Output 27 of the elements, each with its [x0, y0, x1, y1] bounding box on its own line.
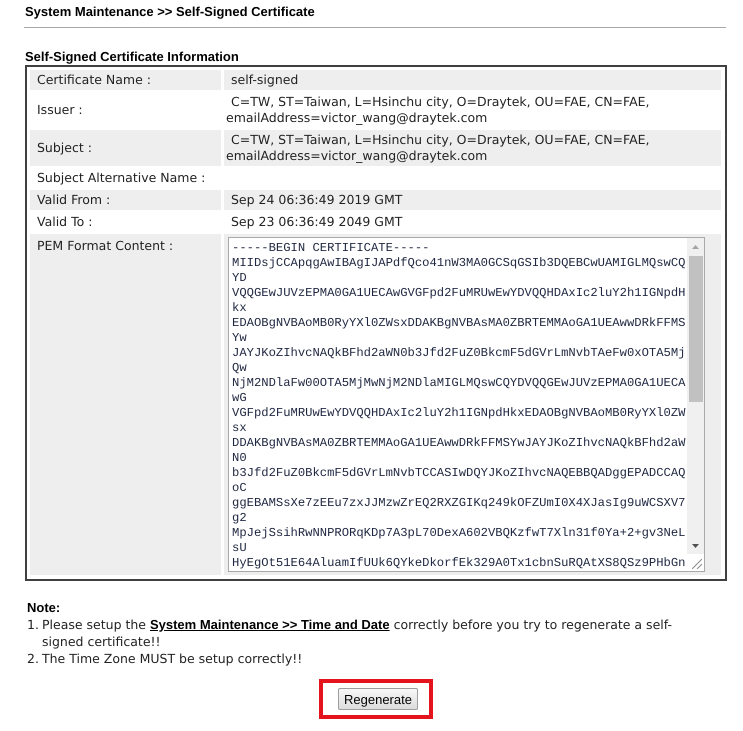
time-and-date-link[interactable]: System Maintenance >> Time and Date [150, 617, 390, 632]
field-value: C=TW, ST=Taiwan, L=Hsinchu city, O=Draytek, OU=FAE, CN=FAE, emailAddress=victor_wang@draytek.com [224, 130, 721, 166]
section-title: Self-Signed Certificate Information [25, 49, 240, 65]
field-value: Sep 23 06:36:49 2049 GMT [230, 213, 404, 231]
field-label: Subject Alternative Name : [36, 169, 206, 187]
scrollbar[interactable] [687, 238, 704, 571]
field-label: Valid From : [30, 190, 221, 210]
field-label: Issuer : [36, 101, 84, 119]
list-number: 1. [27, 616, 40, 634]
field-value: Sep 24 06:36:49 2019 GMT [224, 190, 721, 210]
pem-content-text: -----BEGIN CERTIFICATE----- MIIDsjCCApqgAwIBAgIJAPdfQco41nW3MA0GCSqGSIb3DQEBCwUAMIGLMQswCQYD VQQGEwJUVzEPMA0GA1UECAwGVGFpd2FuMRUwEwYDVQQHDAxIc2luY2h1IGNpdHkx EDAOBgNVBAoMB0RyYXl0ZWsxDDAKBgNVBAsMA0ZBRTEMMAoGA1UEAwwDRkFFMSYw JAYJKoZIhvcNAQkBFhd2aWN0b3Jfd2FuZ0BkcmF5dGVrLmNvbTAeFw0xOTA5MjQw NjM2NDlaFw00OTA5MjMwNjM2NDlaMIGLMQswCQYDVQQGEwJUVzEPMA0GA1UECAwG VGFpd2FuMRUwEwYDVQQHDAxIc2luY2h1IGNpdHkxEDAOBgNVBAoMB0RyYXl0ZWsx DDAKBgNVBAsMA0ZBRTEMMAoGA1UEAwwDRkFFMSYwJAYJKoZIhvcNAQkBFhd2aWN0 b3Jfd2FuZ0BkcmF5dGVrLmNvbTCCASIwDQYJKoZIhvcNAQEBBQADggEPADCCAQoC ggEBAMSsXe7zEEu7zxJJMzwZrEQ2RXZGIKq249kOFZUmI0X4XJasIg9uWCSXV7g2 MpJejSsihRwNNPRORqKDp7A3pL70DexA602VBQKzfwT7Xln31f0Ya+2+gv3NeLsU HyEgOt51E64AluamIfUUk6QYkeDkorfEk329A0Tx1cbnSuRQAtXS8QSz9PHbGn [231, 240, 686, 571]
page-title: System Maintenance >> Self-Signed Certificate [25, 4, 316, 20]
scroll-down-arrow-icon[interactable] [692, 544, 699, 548]
field-value: self-signed [224, 70, 721, 90]
note-text: The Time Zone MUST be setup correctly!! [42, 650, 304, 667]
field-value: C=TW, ST=Taiwan, L=Hsinchu city, O=Draytek, OU=FAE, CN=FAE, emailAddress=victor_wang@draytek.com [225, 93, 650, 127]
resize-grip-icon[interactable] [692, 559, 702, 569]
note-text: Please setup the System Maintenance >> Time and Date correctly before you try to regenerate a self-signed certificate!! [42, 616, 673, 650]
field-label: Valid To : [36, 213, 94, 231]
field-label: Subject : [30, 130, 221, 166]
note-title: Note: [27, 599, 60, 616]
field-label: PEM Format Content : [30, 234, 221, 575]
scrollbar-thumb[interactable] [689, 256, 703, 402]
regenerate-button[interactable]: Regenerate [338, 688, 418, 710]
scroll-up-arrow-icon[interactable] [692, 244, 699, 248]
list-number: 2. [27, 650, 40, 667]
field-label: Certificate Name : [30, 70, 221, 90]
